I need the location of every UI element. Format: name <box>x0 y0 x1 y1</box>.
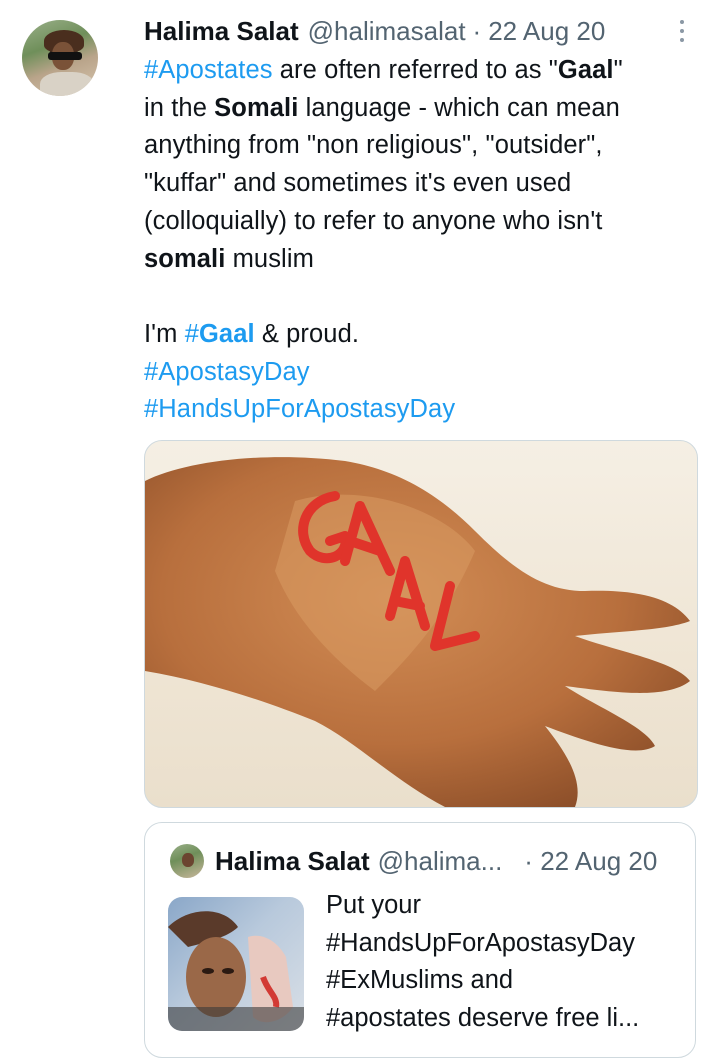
tweet-text-line: in the Somali language - which can mean <box>144 90 684 128</box>
author-avatar[interactable] <box>22 20 98 96</box>
quoted-separator: · <box>524 845 533 876</box>
quoted-photo-thumbnail <box>168 897 304 1031</box>
tweet-text-segment: muslim <box>225 244 314 273</box>
author-name[interactable]: Halima Salat <box>144 16 299 47</box>
hashtag-link[interactable]: #ApostasyDay <box>144 358 310 386</box>
quoted-tweet-card[interactable]: Halima Salat @halima... · 22 Aug 20 Put … <box>144 822 696 1058</box>
tweet-text: #Apostates are often referred to as "Gaa… <box>144 52 684 429</box>
quoted-author-name: Halima Salat <box>215 845 370 876</box>
quoted-separator-date: · 22 Aug 20 <box>524 846 657 877</box>
hashtag-link[interactable]: #Apostates <box>144 56 273 84</box>
tweet-text-line: #HandsUpForApostasyDay <box>144 391 684 429</box>
quoted-tweet-text: Put your #HandsUpForApostasyDay #ExMuslims… <box>326 887 686 1038</box>
hashtag-link[interactable]: #HandsUpForApostasyDay <box>144 395 455 423</box>
hashtag-link[interactable]: # <box>185 320 199 348</box>
hashtag-link[interactable]: Gaal <box>199 320 255 348</box>
author-handle[interactable]: @halimasalat <box>308 16 466 47</box>
tweet-text-line: somali muslim <box>144 241 684 279</box>
tweet-text-line: #ApostasyDay <box>144 354 684 392</box>
tweet-text-segment: anything from "non religious", "outsider… <box>144 131 603 160</box>
tweet-text-line: #Apostates are often referred to as "Gaa… <box>144 52 684 90</box>
tweet-text-segment: I'm <box>144 319 185 348</box>
quoted-author-handle: @halima... <box>377 845 503 876</box>
tweet-text-segment: are often referred to as " <box>272 56 558 84</box>
tweet-text-segment: (colloquially) to refer to anyone who is… <box>144 206 603 235</box>
tweet-text-segment: language - which can mean <box>298 93 620 122</box>
tweet-text-line: (colloquially) to refer to anyone who is… <box>144 203 684 241</box>
quoted-author-avatar <box>170 844 204 878</box>
tweet-date[interactable]: 22 Aug 20 <box>488 16 605 47</box>
quoted-tweet-header: Halima Salat @halima... · 22 Aug 20 <box>215 843 657 879</box>
tweet-text-segment: " <box>613 56 623 84</box>
tweet-text-segment: "kuffar" and sometimes it's even used <box>144 169 572 198</box>
tweet-text-segment: in the <box>144 93 215 122</box>
tweet-header: Halima Salat @halimasalat · 22 Aug 20 <box>144 14 605 48</box>
tweet-text-line: "kuffar" and sometimes it's even used <box>144 165 684 203</box>
tweet-text-segment: & proud. <box>254 319 360 348</box>
quoted-text-line: #ExMuslims and <box>326 966 514 995</box>
quoted-text-line: #apostates deserve free li... <box>326 1004 640 1033</box>
separator-dot: · <box>472 15 482 46</box>
highlighted-keyword: Gaal <box>557 56 614 84</box>
tweet-text-line: I'm #Gaal & proud. <box>144 316 684 354</box>
hand-with-gaal-photo <box>145 457 690 807</box>
highlighted-keyword: somali <box>144 244 226 273</box>
tweet-photo[interactable] <box>144 440 698 808</box>
highlighted-keyword: Somali <box>214 93 299 122</box>
quoted-text-line: Put your <box>326 891 421 919</box>
quoted-text-line: #HandsUpForApostasyDay <box>326 928 635 957</box>
more-vertical-icon[interactable] <box>672 16 692 46</box>
tweet-text-line: anything from "non religious", "outsider… <box>144 127 684 165</box>
quoted-date: 22 Aug 20 <box>540 845 658 876</box>
